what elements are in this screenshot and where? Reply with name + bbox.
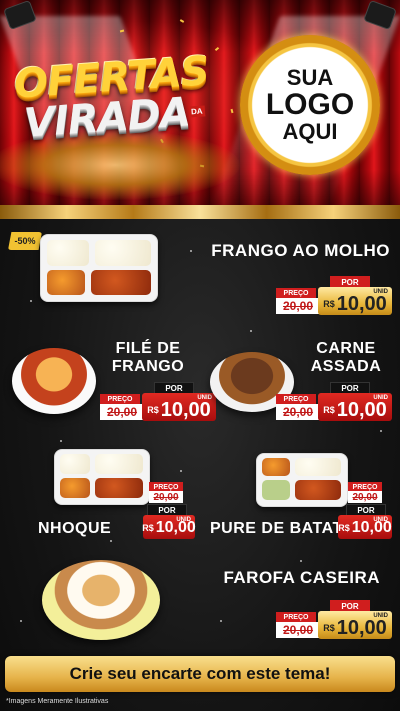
- sparkle: [110, 540, 112, 542]
- title-da: DA: [188, 105, 205, 118]
- price-tag-file-de-frango: PREÇO 20,00 POR R$ 10,00 UNID: [100, 382, 216, 428]
- logo-placeholder[interactable]: SUA LOGO AQUI: [240, 35, 380, 175]
- dish-name-farofa-caseira: FAROFA CASEIRA: [223, 568, 380, 587]
- new-price: R$ 10,00 UNID: [318, 393, 392, 421]
- sparkle: [250, 330, 252, 332]
- price-tag-pure-de-batata: PREÇO 20,00 POR R$ 10,00 UNID: [278, 482, 394, 539]
- old-price: 20,00: [100, 404, 144, 420]
- new-price: R$ 10,00 UNID: [142, 515, 196, 539]
- logo-text-aqui: AQUI: [282, 119, 338, 144]
- dish-name-carne-assada: CARNE ASSADA: [310, 340, 382, 375]
- new-price: R$ 10,00 UNID: [318, 287, 392, 315]
- sparkle: [190, 250, 192, 252]
- dish-name-file-de-frango: FILÉ DE FRANGO: [111, 340, 185, 375]
- flyer-page: OFERTAS VIRADA DA SUA LOGO AQUI -50% FRA…: [0, 0, 400, 711]
- price-tag-farofa-caseira: PREÇO 20,00 POR R$ 10,00 UNID: [276, 600, 392, 646]
- preco-label: PREÇO: [276, 288, 316, 298]
- price-tag-nhoque: PREÇO 20,00 POR R$ 10,00 UNID: [79, 482, 196, 539]
- old-price: 20,00: [149, 491, 183, 503]
- sparkle: [180, 470, 182, 472]
- preco-label: PREÇO: [276, 612, 316, 622]
- sparkle: [30, 300, 32, 302]
- dish-image-file-de-frango: [12, 348, 96, 414]
- old-price: 20,00: [276, 298, 320, 314]
- dish-image-farofa-caseira: [42, 560, 160, 640]
- old-price: 20,00: [276, 622, 320, 638]
- logo-text-sua: SUA: [286, 65, 334, 90]
- disclaimer-text: *Imagens Meramente Ilustrativas: [6, 698, 109, 705]
- discount-badge: -50%: [8, 232, 42, 250]
- sparkle: [20, 620, 22, 622]
- logo-text-logo: LOGO: [265, 88, 355, 121]
- old-price: 20,00: [276, 404, 320, 420]
- preco-label: PREÇO: [276, 394, 316, 404]
- cta-banner[interactable]: Crie seu encarte com este tema!: [5, 656, 395, 692]
- sparkle: [380, 430, 382, 432]
- new-price: R$ 10,00 UNID: [318, 611, 392, 639]
- sparkle: [60, 440, 62, 442]
- dish-name-frango-ao-molho: FRANGO AO MOLHO: [211, 241, 390, 260]
- dish-image-frango-ao-molho: [40, 234, 158, 302]
- sparkle: [300, 560, 302, 562]
- price-tag-carne-assada: PREÇO 20,00 POR R$ 10,00 UNID: [276, 382, 392, 428]
- preco-label: PREÇO: [100, 394, 140, 404]
- price-tag-frango-ao-molho: PREÇO 20,00 POR R$ 10,00 UNID: [276, 276, 392, 322]
- old-price: 20,00: [348, 491, 382, 503]
- header-curtain: OFERTAS VIRADA DA SUA LOGO AQUI: [0, 0, 400, 212]
- sparkle: [220, 620, 222, 622]
- new-price: R$ 10,00 UNID: [142, 393, 216, 421]
- gold-divider: [0, 205, 400, 219]
- new-price: R$ 10,00 UNID: [338, 515, 392, 539]
